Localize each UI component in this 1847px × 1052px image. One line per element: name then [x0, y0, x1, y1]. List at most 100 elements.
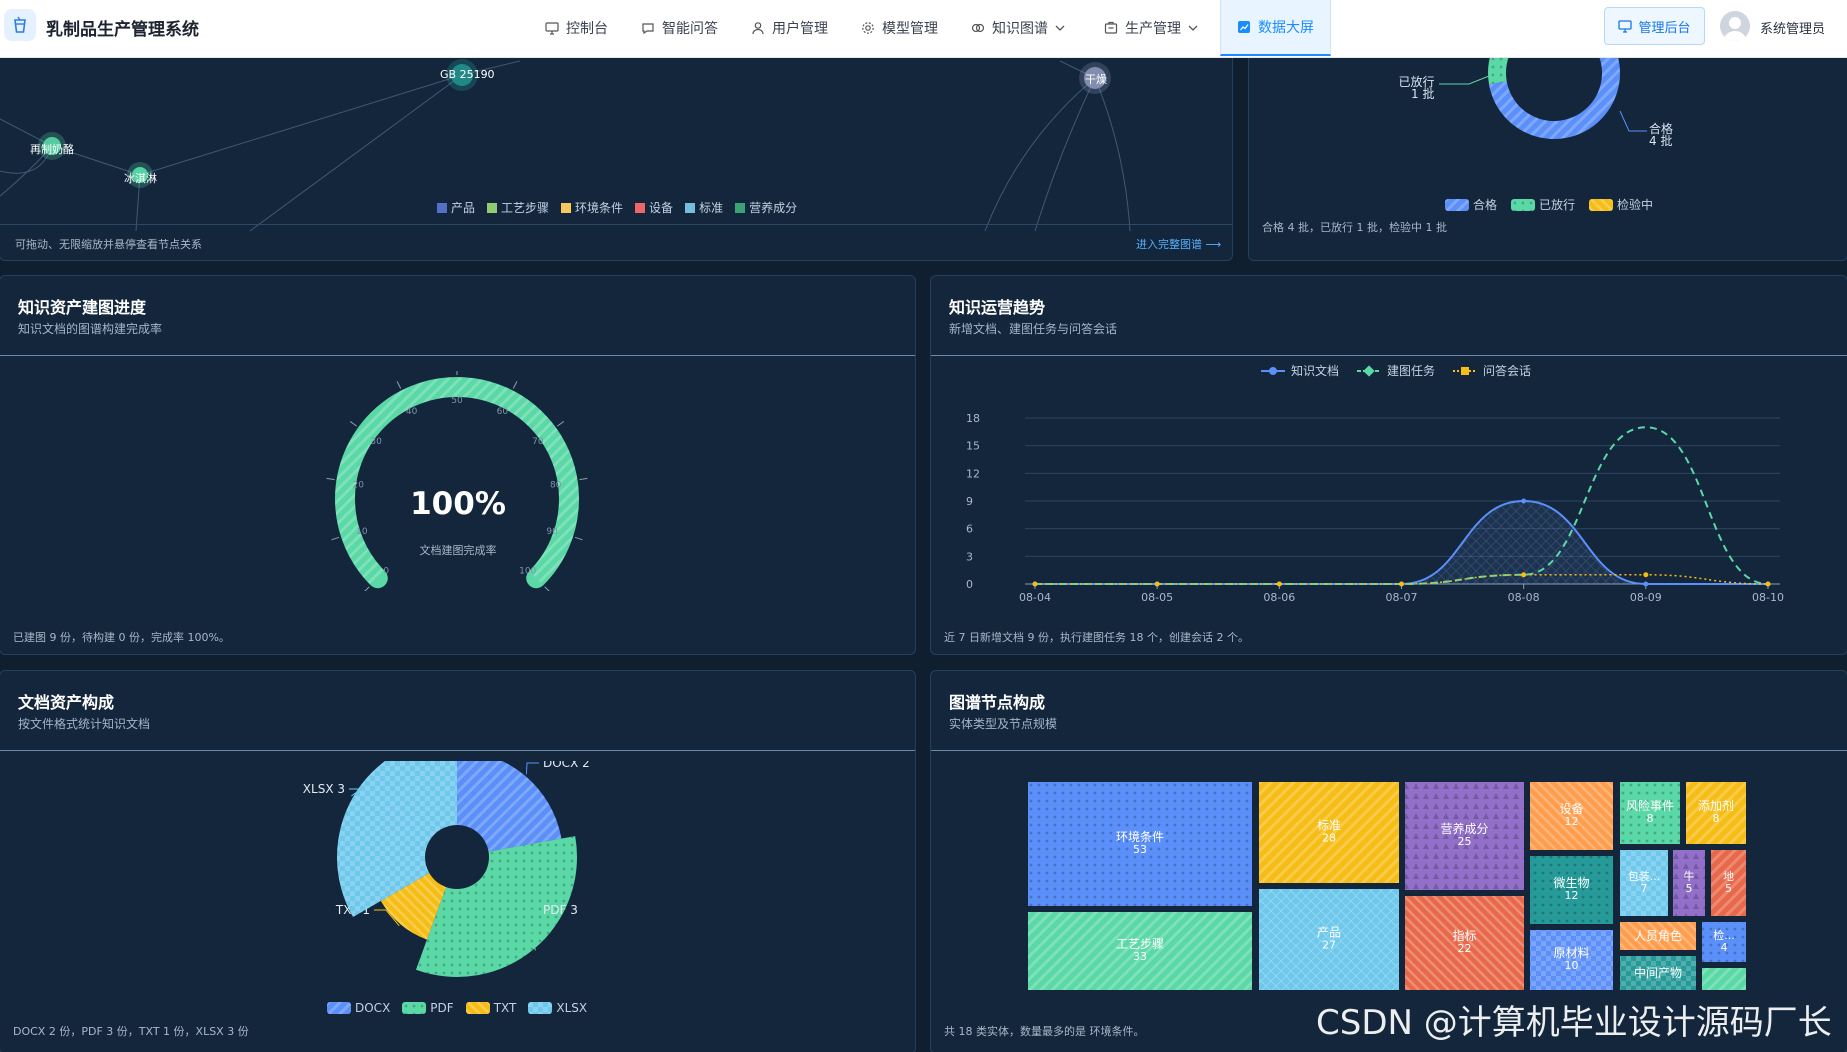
nav-production-management-label: 生产管理: [1125, 21, 1181, 37]
legend-item[interactable]: 已放行: [1511, 196, 1575, 213]
series-建图任务[interactable]: [1035, 426, 1769, 585]
treemap-cell-原材料[interactable]: 原材料10: [1528, 928, 1615, 992]
nav-knowledge-graph[interactable]: 知识图谱: [971, 0, 1065, 56]
panel-title: 知识运营趋势: [949, 298, 1046, 317]
legend-item[interactable]: 合格: [1445, 196, 1497, 213]
legend-swatch: [528, 1002, 553, 1014]
panel-divider: [931, 750, 1847, 751]
nav-production-management[interactable]: 生产管理: [1104, 0, 1198, 56]
data-point[interactable]: [1032, 581, 1038, 587]
data-point[interactable]: [1765, 581, 1771, 587]
progress-footer: 已建图 9 份，待构建 0 份，完成率 100%。: [13, 631, 230, 644]
legend-item[interactable]: 标准: [685, 199, 723, 216]
series-知识文档[interactable]: [1032, 498, 1771, 587]
legend-item[interactable]: 工艺步骤: [487, 199, 549, 216]
treemap-cell-牛[interactable]: 牛5: [1671, 848, 1707, 918]
legend-label: 工艺步骤: [501, 201, 550, 215]
gauge-tick-label: 70: [532, 437, 544, 447]
legend-item[interactable]: PDF: [402, 1001, 454, 1015]
treemap-cell-包装...[interactable]: 包装...7: [1618, 848, 1670, 918]
nav-smart-qa[interactable]: 智能问答: [641, 0, 718, 56]
nav-user-management-label: 用户管理: [772, 21, 828, 37]
treemap-cell-label: 中间产物: [1634, 965, 1682, 980]
legend-label: XLSX: [556, 1001, 588, 1015]
nav-console[interactable]: 控制台: [545, 0, 608, 56]
treemap-cell-人员角色[interactable]: 人员角色: [1618, 920, 1698, 952]
legend-item[interactable]: 环境条件: [561, 199, 623, 216]
legend-item[interactable]: 检验中: [1589, 196, 1653, 213]
legend-item[interactable]: XLSX: [528, 1001, 587, 1015]
legend-item[interactable]: DOCX: [327, 1001, 390, 1015]
legend-item[interactable]: 建图任务: [1357, 363, 1435, 378]
data-point[interactable]: [1643, 572, 1649, 578]
legend-item[interactable]: 营养成分: [735, 199, 797, 216]
treemap-cell-value: 7: [1641, 882, 1648, 895]
nav-model-management-label: 模型管理: [882, 21, 938, 37]
data-point[interactable]: [1399, 581, 1404, 587]
gauge-tick-label: 60: [497, 407, 509, 417]
treemap-cell-添加剂[interactable]: 添加剂8: [1684, 781, 1748, 846]
legend-item[interactable]: 知识文档: [1261, 363, 1339, 378]
panel-divider: [0, 224, 1232, 225]
legend-swatch: [487, 202, 498, 213]
data-point[interactable]: [1521, 498, 1527, 504]
view-full-graph-link[interactable]: 进入完整图谱 ⟶: [1136, 236, 1221, 252]
legend-item[interactable]: TXT: [465, 1001, 516, 1015]
treemap-cell-营养成分[interactable]: 营养成分25: [1403, 781, 1526, 892]
user-name[interactable]: 系统管理员: [1760, 18, 1825, 37]
gauge-tick: [396, 381, 402, 389]
admin-console-label: 管理后台: [1638, 20, 1691, 36]
panel-subtitle: 知识文档的图谱构建完成率: [18, 322, 163, 336]
legend-swatch: [735, 202, 746, 213]
nav-data-dashboard[interactable]: 数据大屏: [1220, 0, 1331, 56]
legend-item[interactable]: 问答会话: [1453, 363, 1531, 378]
y-tick-label: 18: [966, 412, 980, 425]
treemap-cell-中间产物[interactable]: 中间产物: [1618, 954, 1698, 992]
legend-swatch: [1445, 198, 1469, 211]
treemap-cell-产品[interactable]: 产品27: [1257, 887, 1401, 992]
series-area: [1035, 501, 1768, 584]
admin-console-button[interactable]: 管理后台: [1604, 7, 1705, 45]
treemap-cell-label: 环境条件: [1116, 829, 1164, 844]
treemap-cell-指标[interactable]: 指标22: [1403, 894, 1526, 992]
rose-slice-label: DOCX 2: [543, 761, 590, 770]
treemap-cell-工艺步骤[interactable]: 工艺步骤33: [1026, 910, 1254, 992]
graph-footer-hint: 可拖动、无限缩放并悬停查看节点关系: [15, 238, 202, 251]
data-point[interactable]: [1643, 581, 1649, 587]
data-point[interactable]: [1154, 581, 1160, 587]
knowledge-graph-canvas[interactable]: [0, 31, 1233, 261]
treemap-cell-检...[interactable]: 检...4: [1700, 920, 1748, 964]
y-tick-label: 12: [966, 467, 980, 480]
nav-model-management[interactable]: 模型管理: [861, 0, 938, 56]
treemap-cell-地[interactable]: 地5: [1709, 848, 1748, 918]
nav-user-management[interactable]: 用户管理: [751, 0, 828, 56]
node-footer: 共 18 类实体，数量最多的是 环境条件。: [944, 1025, 1145, 1038]
watermark-text: CSDN @计算机毕业设计源码厂长: [1316, 1003, 1832, 1043]
treemap-cell-value: 5: [1686, 882, 1693, 895]
monitor-icon: [1618, 20, 1633, 33]
treemap-cell-风险事件[interactable]: 风险事件8: [1618, 781, 1682, 846]
gauge-tick-label: 100: [519, 567, 536, 577]
avatar[interactable]: [1720, 11, 1750, 41]
rose-slice-PDF[interactable]: PDF 3: [415, 836, 578, 977]
data-point[interactable]: [1521, 572, 1527, 578]
top-navigation-bar: 乳制品生产管理系统 控制台 智能问答 用户管理 模型管理 知识图谱 生产管理 数…: [0, 0, 1847, 58]
legend-item[interactable]: 产品: [437, 199, 475, 216]
gauge-tick-label: 30: [370, 437, 382, 447]
legend-marker: [1363, 365, 1375, 377]
treemap-cell-环境条件[interactable]: 环境条件53: [1026, 781, 1254, 908]
treemap-cell-设备[interactable]: 设备12: [1528, 781, 1615, 852]
legend-item[interactable]: 设备: [635, 199, 673, 216]
data-point[interactable]: [1276, 581, 1282, 587]
treemap-cell-标准[interactable]: 标准28: [1257, 781, 1401, 885]
treemap-cell-微生物[interactable]: 微生物12: [1528, 854, 1615, 926]
app-logo[interactable]: [4, 9, 36, 41]
y-tick-label: 15: [966, 440, 980, 453]
gauge-tick: [557, 421, 565, 427]
treemap-cell-label: 指标: [1452, 928, 1476, 943]
legend-label: 问答会话: [1483, 363, 1531, 378]
legend-swatch: [437, 202, 447, 213]
nav-console-label: 控制台: [566, 21, 608, 37]
x-tick-label: 08-09: [1630, 591, 1662, 604]
treemap-cell-unlabeled[interactable]: [1700, 966, 1748, 992]
